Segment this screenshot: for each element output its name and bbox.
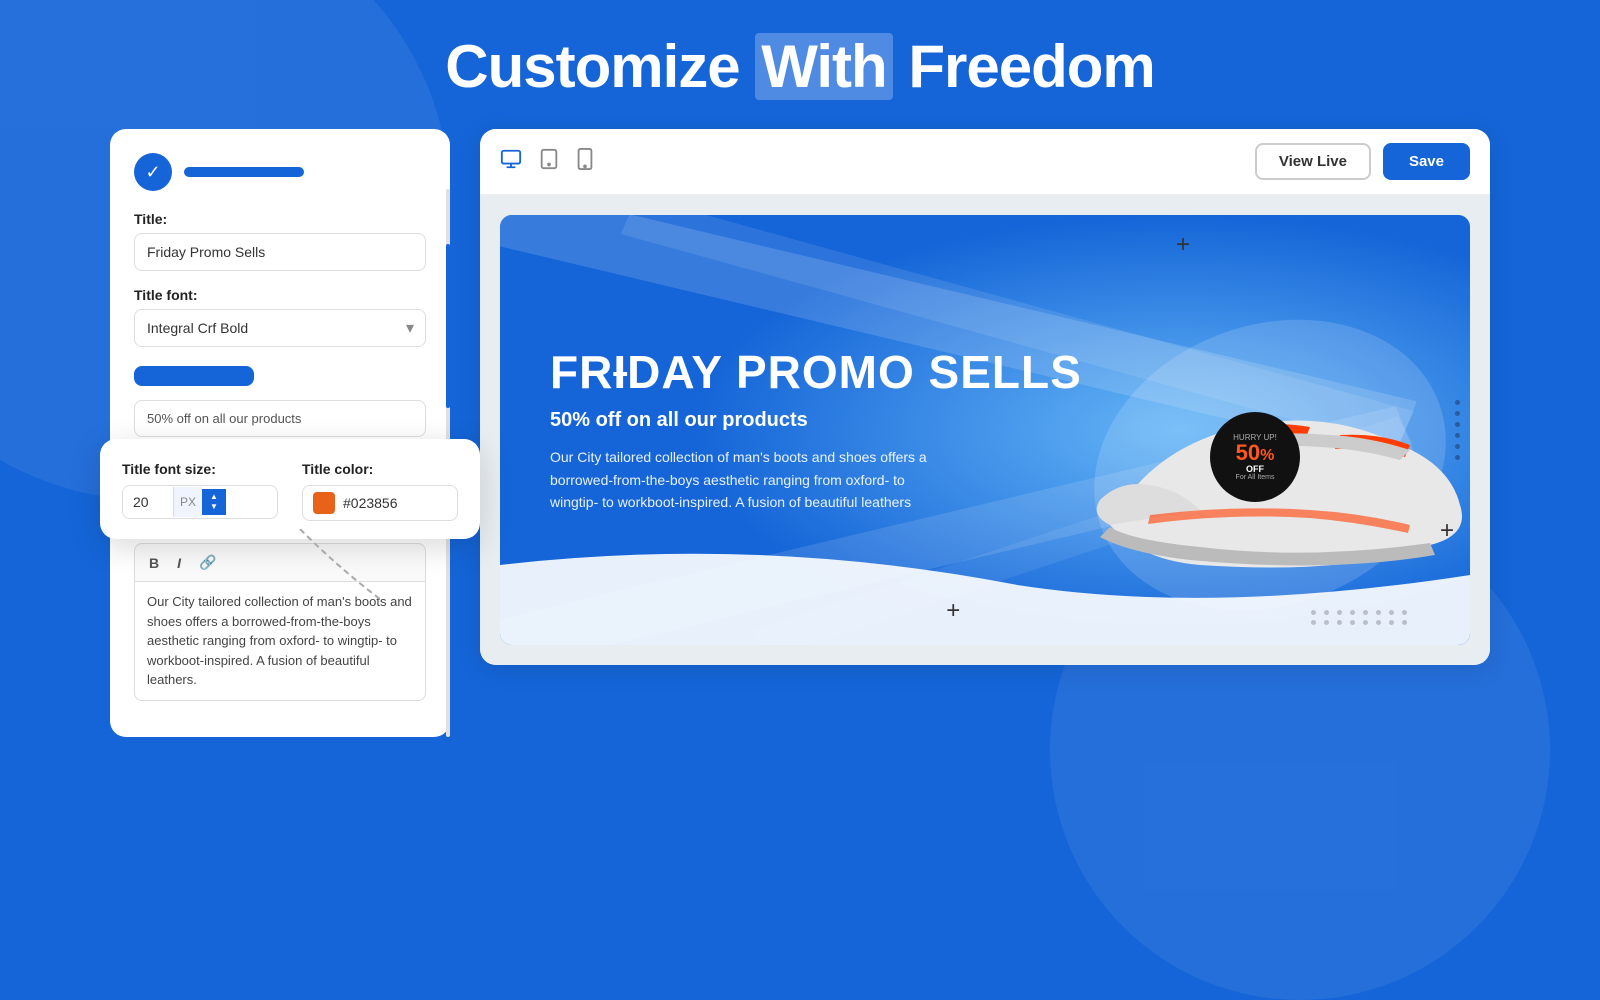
title-stepper-up-icon[interactable]: ▲	[210, 493, 218, 501]
page-title: Customize With Freedom	[0, 32, 1600, 101]
left-panel: ✓ Title: Title font: Integral Crf Bold A…	[110, 129, 450, 737]
strikethrough-letter: I	[613, 346, 627, 398]
tablet-icon[interactable]	[538, 148, 560, 176]
v-dot	[1455, 455, 1460, 460]
badge-items-text: For All Items	[1236, 474, 1275, 481]
title-color-hex: #023856	[343, 495, 398, 511]
toolbar-actions: View Live Save	[1255, 143, 1470, 180]
v-dot	[1455, 422, 1460, 427]
mobile-icon[interactable]	[576, 148, 594, 176]
v-dot	[1455, 411, 1460, 416]
v-dot	[1455, 400, 1460, 405]
title-label: Title:	[134, 211, 426, 227]
title-font-size-value[interactable]	[123, 486, 173, 518]
title-font-group: Title font: Integral Crf Bold Arial Robo…	[134, 287, 426, 347]
title-input[interactable]	[134, 233, 426, 271]
title-font-select[interactable]: Integral Crf Bold Arial Roboto	[134, 309, 426, 347]
panel-icon: ✓	[134, 153, 172, 191]
desktop-icon[interactable]	[500, 148, 522, 176]
title-color-input[interactable]: #023856	[302, 485, 458, 521]
title-highlight: With	[755, 33, 892, 100]
main-content: ✓ Title: Title font: Integral Crf Bold A…	[0, 129, 1600, 737]
title-font-size-label: Title font size:	[122, 461, 278, 477]
panel-header: ✓	[134, 153, 426, 191]
v-dot	[1455, 444, 1460, 449]
subtitle-value-row: 50% off on all our products	[134, 400, 426, 437]
title-stepper-down-icon[interactable]: ▼	[210, 503, 218, 511]
badge-off-text: OFF	[1246, 464, 1264, 474]
title-font-label: Title font:	[134, 287, 426, 303]
banner: FRIDAY PROMO SELLS 50% off on all our pr…	[500, 215, 1470, 645]
plus-icon-top[interactable]: +	[1176, 231, 1190, 259]
vertical-dots	[1455, 400, 1460, 460]
v-dot	[1455, 433, 1460, 438]
device-icons	[500, 148, 594, 176]
page-title-section: Customize With Freedom	[0, 0, 1600, 129]
title-font-size-input: PX ▲ ▼	[122, 485, 278, 519]
sub-panel-row: Title font size: PX ▲ ▼ Title color:	[122, 461, 458, 521]
save-button[interactable]: Save	[1383, 143, 1470, 180]
italic-button[interactable]: I	[173, 553, 185, 573]
banner-title-text: FRIDAY PROMO SELLS	[550, 346, 1082, 398]
view-live-button[interactable]: View Live	[1255, 143, 1371, 180]
sub-panel: Title font size: PX ▲ ▼ Title color:	[100, 439, 480, 539]
banner-area: FRIDAY PROMO SELLS 50% off on all our pr…	[480, 195, 1490, 665]
title-color-group: Title color: #023856	[302, 461, 458, 521]
scroll-thumb	[446, 244, 450, 408]
title-stepper[interactable]: ▲ ▼	[202, 489, 226, 515]
title-color-swatch	[313, 492, 335, 514]
link-button[interactable]: 🔗	[195, 552, 220, 573]
right-toolbar: View Live Save	[480, 129, 1490, 195]
title-color-label: Title color:	[302, 461, 458, 477]
subtitle-value: 50% off on all our products	[134, 400, 426, 437]
badge-percent-text: 50%	[1236, 442, 1275, 464]
title-font-size-group: Title font size: PX ▲ ▼	[122, 461, 278, 521]
plus-icon-right[interactable]: +	[1440, 517, 1454, 545]
right-panel: View Live Save	[480, 129, 1490, 665]
bold-button[interactable]: B	[145, 553, 163, 573]
panel-header-bar	[184, 167, 304, 177]
title-field-group: Title:	[134, 211, 426, 271]
title-unit-label: PX	[173, 487, 202, 517]
title-font-select-wrap: Integral Crf Bold Arial Roboto ▾	[134, 309, 426, 347]
connector-svg	[280, 529, 400, 609]
plus-icon-bottom[interactable]: +	[946, 597, 960, 625]
blue-button-group	[134, 363, 426, 386]
apply-button[interactable]	[134, 366, 254, 386]
discount-badge: Hurry Up! 50% OFF For All Items	[1210, 412, 1300, 502]
banner-body-text: Our City tailored collection of man's bo…	[550, 446, 950, 513]
